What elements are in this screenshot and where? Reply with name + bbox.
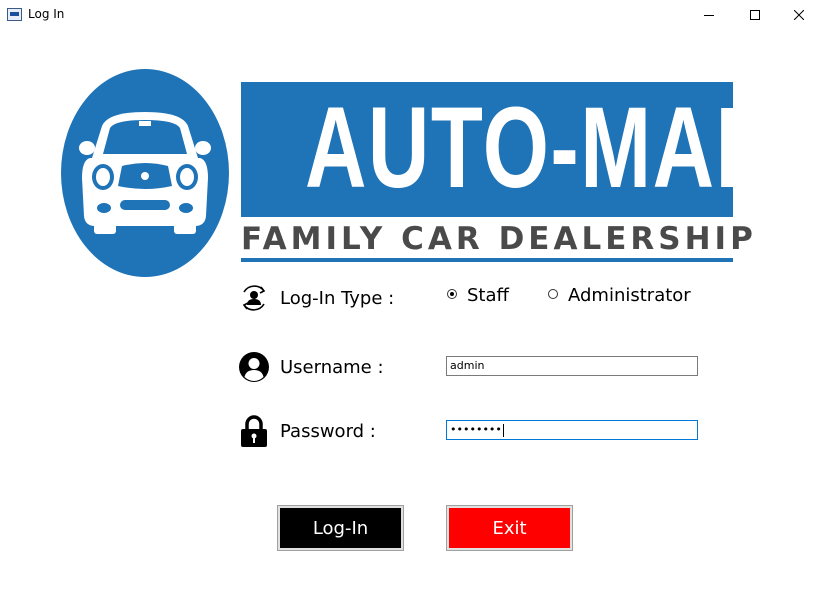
switch-user-icon — [242, 285, 266, 311]
administrator-radio[interactable] — [548, 289, 558, 299]
app-icon — [7, 8, 22, 21]
text-caret — [502, 423, 504, 437]
window-title: Log In — [28, 7, 65, 21]
user-icon — [239, 352, 269, 382]
login-button[interactable]: Log-In — [277, 505, 404, 551]
logo-banner: AUTO-MART — [241, 82, 822, 217]
password-input[interactable]: •••••••• — [446, 420, 698, 440]
car-icon — [61, 69, 229, 277]
password-masked-value: •••••••• — [450, 423, 502, 436]
maximize-icon — [750, 10, 760, 20]
exit-button-label: Exit — [449, 508, 570, 548]
title-bar: Log In — [0, 0, 822, 30]
staff-radio-label[interactable]: Staff — [467, 285, 509, 306]
minimize-icon — [704, 15, 714, 16]
brand-tagline: FAMILY CAR DEALERSHIP — [241, 221, 757, 257]
administrator-radio-label[interactable]: Administrator — [568, 285, 691, 306]
logo-emblem — [60, 68, 230, 282]
minimize-button[interactable] — [686, 0, 732, 30]
login-button-label: Log-In — [280, 508, 401, 548]
close-button[interactable] — [776, 0, 822, 30]
tagline-underline — [241, 258, 733, 262]
username-label: Username : — [280, 357, 384, 378]
close-icon — [794, 10, 804, 20]
maximize-button[interactable] — [732, 0, 778, 30]
username-input[interactable]: admin — [446, 356, 698, 376]
staff-radio[interactable] — [447, 289, 457, 299]
brand-name: AUTO-MART — [304, 84, 822, 212]
password-label: Password : — [280, 421, 376, 442]
exit-button[interactable]: Exit — [446, 505, 573, 551]
login-type-label: Log-In Type : — [280, 288, 395, 309]
lock-icon — [241, 415, 267, 447]
